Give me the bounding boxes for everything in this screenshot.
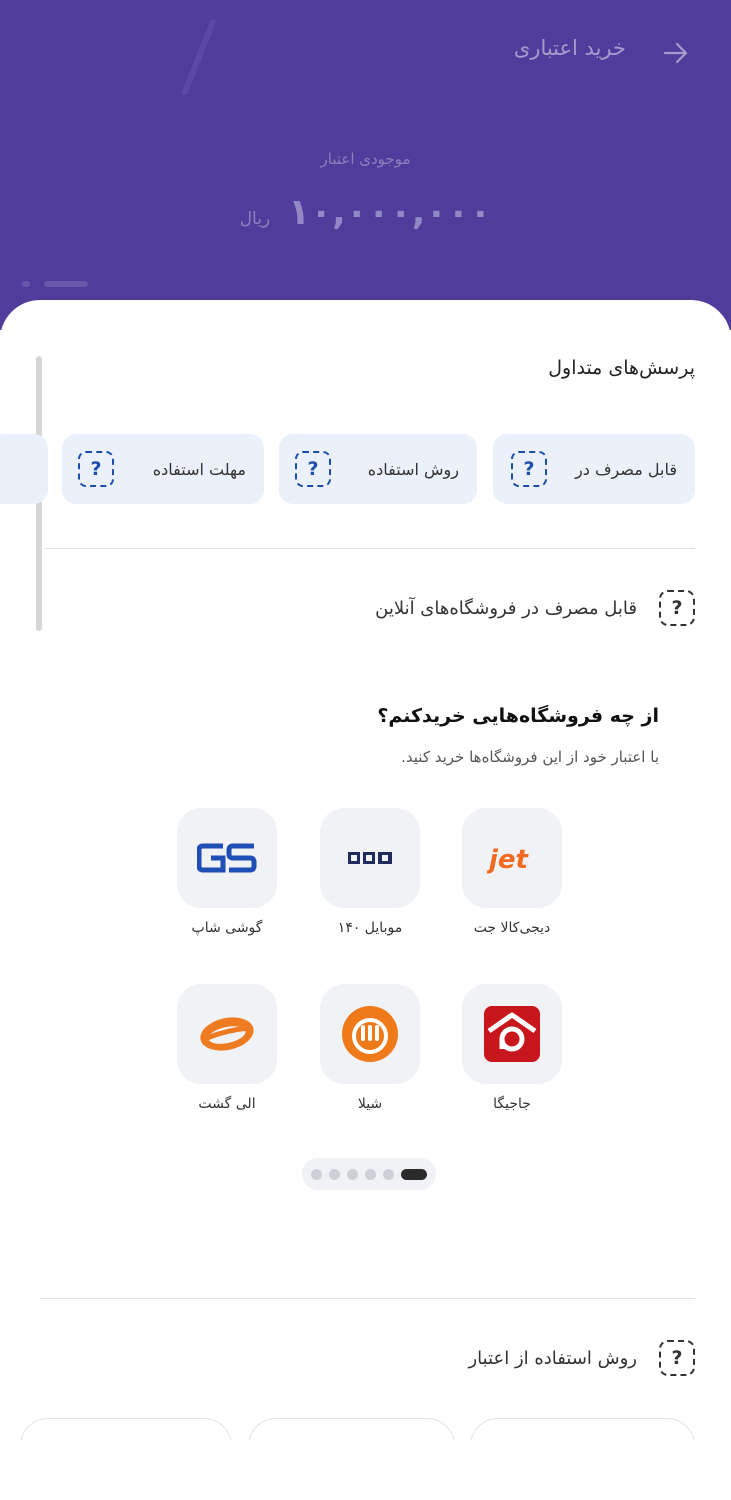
store-name: موبایل ۱۴۰: [337, 920, 403, 936]
header: خرید اعتباری موجودی اعتبار ۱۰,۰۰۰,۰۰۰ ری…: [0, 0, 731, 330]
mobile140-logo: [320, 808, 420, 908]
question-dashed-icon: ?: [511, 451, 547, 487]
pager-dot[interactable]: [311, 1168, 322, 1180]
balance-label: موجودی اعتبار: [320, 150, 411, 168]
faq-chip-usable-in[interactable]: قابل مصرف در ?: [493, 434, 695, 504]
faq-question-online-stores[interactable]: ? قابل مصرف در فروشگاه‌های آنلاین: [375, 590, 695, 626]
question-dashed-icon: ?: [295, 451, 331, 487]
store-shila[interactable]: شیلا: [320, 984, 420, 1112]
store-name: الی گشت: [198, 1096, 256, 1112]
stores-title: از چه فروشگاه‌هایی خریدکنم؟: [377, 705, 659, 727]
faq-chip-label: روش استفاده: [367, 459, 459, 479]
faq-question-text: قابل مصرف در فروشگاه‌های آنلاین: [375, 597, 637, 619]
store-name: جاجیگا: [493, 1096, 531, 1112]
store-gooshishop[interactable]: گوشی شاپ: [177, 808, 277, 936]
store-eligasht[interactable]: الی گشت: [177, 984, 277, 1112]
question-dashed-icon: ?: [78, 451, 114, 487]
question-dashed-icon: ?: [659, 1340, 695, 1376]
store-mobile140[interactable]: موبایل ۱۴۰: [320, 808, 420, 936]
balance-amount: ۱۰,۰۰۰,۰۰۰: [288, 192, 492, 233]
store-name: گوشی شاپ: [191, 920, 263, 936]
store-jajiga[interactable]: جاجیگا: [462, 984, 562, 1112]
back-button[interactable]: [661, 38, 691, 68]
pager-dot[interactable]: [365, 1168, 376, 1180]
store-digikala-jet[interactable]: jet دیجی‌کالا جت: [462, 808, 562, 936]
faq-chip-label: قابل مصرف در: [575, 459, 677, 479]
bottom-fade: [0, 1440, 731, 1500]
store-name: دیجی‌کالا جت: [473, 920, 551, 936]
divider: [40, 1298, 695, 1299]
pager-dot[interactable]: [383, 1168, 394, 1180]
faq-chip-partial[interactable]: [0, 434, 48, 504]
faint-decoration: [22, 281, 88, 287]
faq-chip-label: مهلت استفاده: [152, 459, 246, 479]
faq-chip-how-to-use[interactable]: روش استفاده ?: [279, 434, 477, 504]
faq-question-how-to-use[interactable]: ? روش استفاده از اعتبار: [468, 1340, 695, 1376]
carousel-pager[interactable]: [302, 1158, 436, 1190]
bottom-sheet: پرسش‌های متداول قابل مصرف در ? روش استفا…: [0, 300, 731, 1500]
pager-dot[interactable]: [347, 1168, 358, 1180]
pager-dot-active[interactable]: [401, 1168, 427, 1180]
balance-unit: ریال: [239, 209, 271, 229]
divider: [45, 548, 695, 549]
jajiga-logo: [462, 984, 562, 1084]
faq-chip-deadline[interactable]: مهلت استفاده ?: [62, 434, 264, 504]
decorative-pen-icon: [182, 19, 216, 95]
eligasht-logo: [177, 984, 277, 1084]
store-name: شیلا: [357, 1096, 383, 1112]
faq-title: پرسش‌های متداول: [548, 357, 695, 379]
stores-subtitle: با اعتبار خود از این فروشگاه‌ها خرید کنی…: [401, 748, 659, 766]
pager-dot[interactable]: [329, 1168, 340, 1180]
svg-text:jet: jet: [487, 845, 530, 875]
shila-logo: [320, 984, 420, 1084]
arrow-right-icon: [663, 42, 688, 64]
question-dashed-icon: ?: [659, 590, 695, 626]
balance-row: ۱۰,۰۰۰,۰۰۰ ریال: [0, 192, 731, 233]
faq-question-text: روش استفاده از اعتبار: [468, 1347, 637, 1369]
gooshishop-logo: [177, 808, 277, 908]
digikala-jet-logo: jet: [462, 808, 562, 908]
page-title: خرید اعتباری: [513, 36, 626, 60]
